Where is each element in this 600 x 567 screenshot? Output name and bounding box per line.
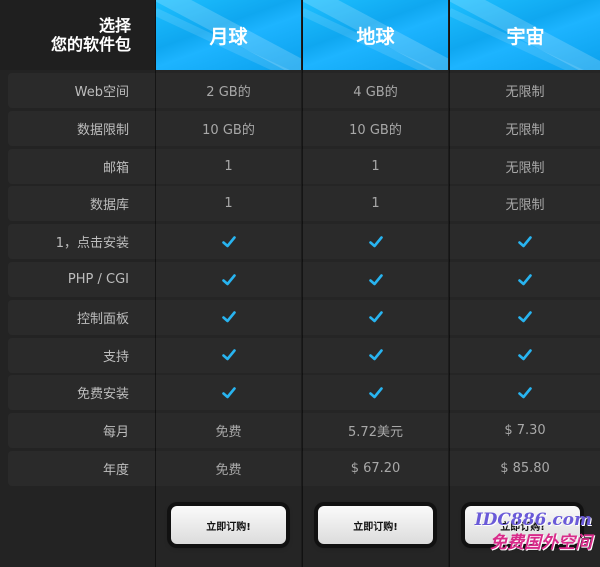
- check-icon: [518, 235, 532, 247]
- plan-header-universe: 宇宙: [450, 0, 600, 70]
- table-row: 邮箱 1 1 无限制: [0, 148, 600, 185]
- included-cell: [449, 224, 600, 260]
- included-cell: [302, 224, 448, 260]
- row-label: 每月: [8, 413, 155, 449]
- check-icon: [221, 387, 236, 399]
- value-cell: 1: [155, 186, 301, 222]
- included-cell: [155, 262, 301, 297]
- plan-header-moon: 月球: [156, 0, 301, 70]
- included-cell: [155, 375, 301, 411]
- table-row: 免费安装: [0, 374, 600, 411]
- check-icon: [368, 349, 383, 361]
- check-icon: [518, 349, 532, 361]
- value-cell: 无限制: [449, 186, 600, 222]
- row-label: 支持: [8, 337, 155, 373]
- row-label: 免费安装: [8, 375, 155, 411]
- value-cell: 免费: [155, 451, 301, 486]
- value-cell: 无限制: [449, 110, 600, 146]
- value-cell: 无限制: [449, 73, 600, 108]
- value-cell: 免费: [155, 413, 301, 449]
- included-cell: [449, 262, 600, 297]
- check-icon: [221, 311, 236, 323]
- plan-name: 地球: [356, 25, 395, 48]
- table-row: 数据限制 10 GB的 10 GB的 无限制: [0, 110, 600, 147]
- check-icon: [368, 273, 383, 285]
- check-icon: [518, 311, 532, 323]
- value-cell: $ 85.80: [449, 451, 600, 486]
- table-row: 控制面板: [0, 299, 600, 336]
- included-cell: [302, 299, 448, 335]
- included-cell: [155, 224, 301, 260]
- table-row: PHP / CGI: [0, 261, 600, 298]
- order-button-earth[interactable]: 立即订购!: [318, 506, 433, 544]
- table-row: 支持: [0, 337, 600, 374]
- row-label: 控制面板: [8, 299, 155, 335]
- included-cell: [302, 337, 448, 373]
- included-cell: [449, 337, 600, 373]
- row-label: 邮箱: [8, 148, 155, 184]
- check-icon: [221, 235, 236, 247]
- value-cell: 10 GB的: [302, 110, 448, 146]
- value-cell: 10 GB的: [155, 110, 301, 146]
- check-icon: [518, 273, 532, 285]
- value-cell: 4 GB的: [302, 73, 448, 108]
- included-cell: [449, 375, 600, 411]
- row-label: 数据库: [8, 186, 155, 222]
- table-row: 年度 免费 $ 67.20 $ 85.80: [0, 450, 600, 487]
- row-label: 1，点击安装: [8, 224, 155, 260]
- value-cell: $ 67.20: [302, 451, 448, 486]
- included-cell: [302, 375, 448, 411]
- check-icon: [221, 349, 236, 361]
- included-cell: [155, 337, 301, 373]
- value-cell: 1: [302, 148, 448, 184]
- table-row: 1，点击安装: [0, 223, 600, 260]
- value-cell: 无限制: [449, 148, 600, 184]
- included-cell: [302, 262, 448, 297]
- check-icon: [368, 235, 383, 247]
- plan-name: 月球: [209, 25, 248, 48]
- value-cell: $ 7.30: [449, 413, 600, 449]
- check-icon: [368, 311, 383, 323]
- watermark: IDC886.com 免费国外空间: [475, 510, 592, 553]
- table-row: Web空间 2 GB的 4 GB的 无限制: [0, 72, 600, 109]
- plan-name: 宇宙: [506, 25, 545, 48]
- value-cell: 5.72美元: [302, 413, 448, 449]
- row-label: PHP / CGI: [8, 262, 155, 297]
- check-icon: [221, 273, 236, 285]
- row-label: Web空间: [8, 73, 155, 108]
- table-caption: 选择 您的软件包: [0, 0, 155, 70]
- value-cell: 1: [302, 186, 448, 222]
- plan-header-earth: 地球: [303, 0, 448, 70]
- order-button-moon[interactable]: 立即订购!: [171, 506, 286, 544]
- watermark-line-2: 免费国外空间: [490, 533, 592, 553]
- value-cell: 1: [155, 148, 301, 184]
- row-label: 年度: [8, 451, 155, 486]
- caption-line-2: 您的软件包: [50, 35, 131, 54]
- included-cell: [155, 299, 301, 335]
- value-cell: 2 GB的: [155, 73, 301, 108]
- row-label: 数据限制: [8, 110, 155, 146]
- check-icon: [368, 387, 383, 399]
- included-cell: [449, 299, 600, 335]
- table-row: 每月 免费 5.72美元 $ 7.30: [0, 412, 600, 449]
- check-icon: [518, 387, 532, 399]
- caption-line-1: 选择: [98, 16, 131, 35]
- table-row: 数据库 1 1 无限制: [0, 185, 600, 222]
- watermark-line-1: IDC886.com: [474, 510, 592, 530]
